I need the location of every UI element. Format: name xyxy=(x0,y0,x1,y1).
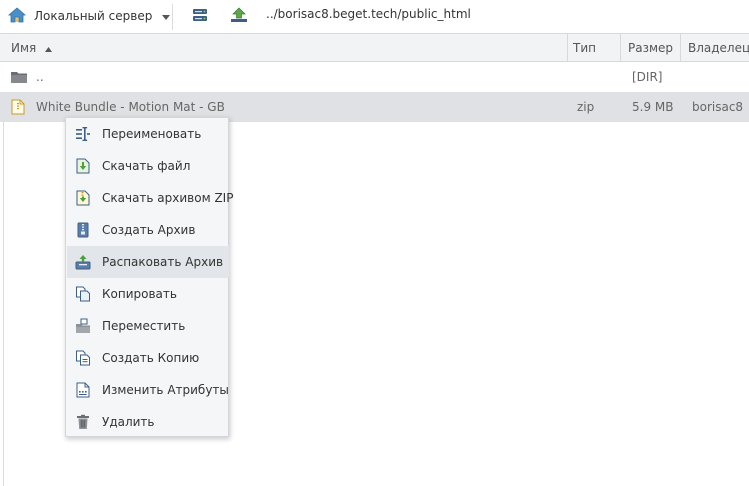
menu-item-move[interactable]: Переместить xyxy=(67,310,229,342)
chevron-down-icon xyxy=(162,9,171,23)
menu-item-label: Скачать архивом ZIP xyxy=(102,191,234,205)
menu-item-duplicate[interactable]: Создать Копию xyxy=(67,342,229,374)
upload-button[interactable] xyxy=(228,5,250,27)
download-file-icon xyxy=(75,158,91,174)
menu-item-rename[interactable]: Переименовать xyxy=(67,118,229,150)
menu-item-change-attributes[interactable]: Изменить Атрибуты xyxy=(67,374,229,406)
menu-item-label: Изменить Атрибуты xyxy=(102,383,229,397)
menu-item-label: Копировать xyxy=(102,287,177,301)
menu-item-delete[interactable]: Удалить xyxy=(67,406,229,438)
extract-archive-icon xyxy=(75,254,91,270)
zip-file-icon xyxy=(11,92,25,122)
menu-item-label: Распаковать Архив xyxy=(102,255,224,269)
copy-icon xyxy=(75,286,91,302)
menu-item-extract-archive[interactable]: Распаковать Архив xyxy=(67,246,229,278)
server-button[interactable] xyxy=(189,5,211,27)
attributes-icon xyxy=(75,382,91,398)
menu-item-copy[interactable]: Копировать xyxy=(67,278,229,310)
server-selector[interactable]: Локальный сервер xyxy=(7,5,171,27)
column-divider xyxy=(620,34,621,62)
trash-icon xyxy=(75,414,91,430)
file-name: .. xyxy=(36,70,44,84)
upload-icon xyxy=(230,7,248,26)
file-type: zip xyxy=(577,100,595,114)
toolbar-divider xyxy=(172,4,173,30)
column-header-owner[interactable]: Владелец xyxy=(688,34,749,62)
file-owner: borisac8 xyxy=(692,100,744,114)
panel-border xyxy=(3,121,4,486)
home-icon xyxy=(7,6,27,26)
download-zip-icon xyxy=(75,190,91,206)
column-header-name[interactable]: Имя xyxy=(11,34,53,62)
file-size: [DIR] xyxy=(632,70,663,84)
current-path: ../borisac8.beget.tech/public_html xyxy=(266,7,471,21)
column-header-type-label: Тип xyxy=(573,41,596,55)
server-label: Локальный сервер xyxy=(34,9,153,23)
menu-item-label: Создать Копию xyxy=(102,351,200,365)
column-divider xyxy=(567,34,568,62)
column-header-type[interactable]: Тип xyxy=(573,34,596,62)
menu-item-create-archive[interactable]: Создать Архив xyxy=(67,214,229,246)
sort-ascending-icon xyxy=(45,41,53,55)
menu-item-download-zip[interactable]: Скачать архивом ZIP xyxy=(67,182,233,214)
column-divider xyxy=(680,34,681,62)
rename-icon xyxy=(75,126,91,142)
menu-item-label: Скачать файл xyxy=(102,159,191,173)
toolbar: Локальный сервер ../borisac8.beget.tech/… xyxy=(0,0,749,34)
folder-icon xyxy=(10,62,28,92)
column-header-name-label: Имя xyxy=(11,41,37,55)
menu-item-label: Переименовать xyxy=(102,127,202,141)
move-icon xyxy=(75,318,91,334)
menu-item-label: Создать Архив xyxy=(102,223,196,237)
column-header-size-label: Размер xyxy=(628,41,674,55)
server-icon xyxy=(192,7,208,26)
duplicate-icon xyxy=(75,350,91,366)
column-header-size[interactable]: Размер xyxy=(628,34,673,62)
table-header: Имя Тип Размер Владелец xyxy=(0,34,749,62)
menu-item-label: Переместить xyxy=(102,319,186,333)
column-header-owner-label: Владелец xyxy=(688,41,749,55)
archive-icon xyxy=(75,222,91,238)
menu-item-download-file[interactable]: Скачать файл xyxy=(67,150,229,182)
file-size: 5.9 MB xyxy=(632,100,674,114)
table-row[interactable]: .. [DIR] xyxy=(0,62,749,92)
context-menu: Переименовать Скачать файл Скачать архив… xyxy=(65,117,233,438)
menu-item-label: Удалить xyxy=(102,415,155,429)
